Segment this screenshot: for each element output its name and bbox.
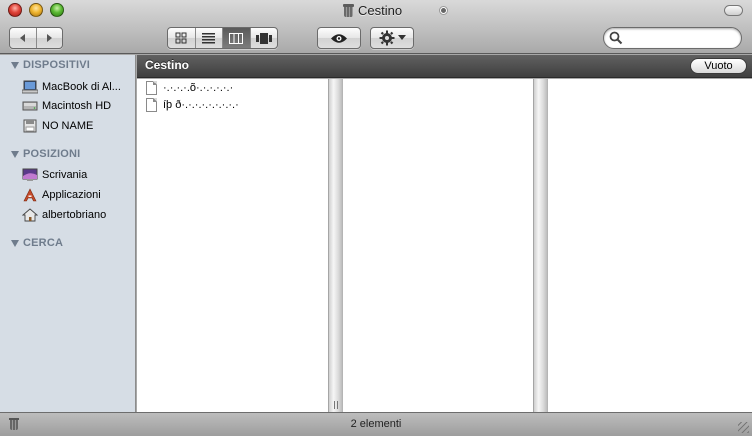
column-3[interactable] xyxy=(548,79,752,412)
action-menu-button[interactable] xyxy=(370,27,414,49)
laptop-icon xyxy=(22,80,38,93)
sidebar-section-label: POSIZIONI xyxy=(23,148,81,160)
column-resize-divider[interactable] xyxy=(533,79,548,412)
sidebar-item-home[interactable]: albertobriano xyxy=(22,206,134,223)
document-icon xyxy=(146,98,157,112)
trash-icon xyxy=(343,4,354,17)
sidebar-section-search[interactable]: CERCA xyxy=(11,237,63,249)
forward-button[interactable] xyxy=(37,28,63,48)
sidebar: DISPOSITIVI MacBook di Al... Macintosh H… xyxy=(0,55,136,412)
file-item[interactable]: ·.·.·.·.õ·.·.·.·.·.· xyxy=(146,80,233,96)
finder-window: Cestino DISPOSITIVI MacBook di Al... Mac… xyxy=(0,0,752,436)
sidebar-item-no-name[interactable]: NO NAME xyxy=(22,117,134,134)
navigation-buttons xyxy=(9,27,63,49)
resize-grip-icon xyxy=(334,401,338,409)
search-input[interactable] xyxy=(624,30,736,46)
arrow-right-icon xyxy=(47,34,53,42)
disclosure-triangle-icon xyxy=(11,61,19,69)
view-columns-button[interactable] xyxy=(223,28,251,48)
hard-drive-icon xyxy=(22,101,38,110)
unsaved-indicator-icon xyxy=(440,7,447,14)
view-list-button[interactable] xyxy=(196,28,223,48)
chevron-down-icon xyxy=(397,35,406,40)
sidebar-item-label: Applicazioni xyxy=(42,188,101,201)
disk-icon xyxy=(23,119,37,132)
sidebar-item-macbook[interactable]: MacBook di Al... xyxy=(22,78,134,95)
sidebar-section-label: DISPOSITIVI xyxy=(23,59,90,71)
sidebar-item-label: albertobriano xyxy=(42,208,107,221)
sidebar-item-label: NO NAME xyxy=(42,119,94,132)
sidebar-item-label: Macintosh HD xyxy=(42,99,112,112)
sidebar-section-label: CERCA xyxy=(23,237,64,249)
empty-trash-button[interactable]: Vuoto xyxy=(690,58,747,74)
file-item[interactable]: íþ ð·.·.·.·.·.·.·.·.· xyxy=(146,97,239,113)
home-icon xyxy=(22,207,38,221)
applications-icon xyxy=(23,187,37,201)
sidebar-item-label: Scrivania xyxy=(42,168,88,181)
back-button[interactable] xyxy=(10,28,37,48)
file-name: íþ ð·.·.·.·.·.·.·.·.· xyxy=(163,99,239,111)
quick-look-segment xyxy=(318,28,360,48)
column-view-icon xyxy=(229,32,244,44)
sidebar-section-places[interactable]: POSIZIONI xyxy=(11,148,80,160)
toggle-toolbar-button[interactable] xyxy=(724,5,743,16)
column-2[interactable] xyxy=(343,79,533,412)
sidebar-item-applications[interactable]: Applicazioni xyxy=(22,186,134,203)
view-icons-button[interactable] xyxy=(168,28,196,48)
file-name: ·.·.·.·.õ·.·.·.·.·.· xyxy=(163,82,234,94)
close-window-button[interactable] xyxy=(8,3,22,17)
disclosure-triangle-icon xyxy=(11,239,19,247)
sidebar-item-label: MacBook di Al... xyxy=(42,80,121,93)
search-icon xyxy=(609,31,623,45)
column-browser: ·.·.·.·.õ·.·.·.·.·.· íþ ð·.·.·.·.·.·.·.·… xyxy=(137,79,752,412)
document-icon xyxy=(146,81,157,95)
desktop-icon xyxy=(22,168,38,181)
window-title-area: Cestino xyxy=(343,2,402,19)
zoom-window-button[interactable] xyxy=(50,3,64,17)
quick-look-button[interactable] xyxy=(317,27,361,49)
list-view-icon xyxy=(202,32,216,43)
window-title: Cestino xyxy=(358,3,403,18)
disclosure-triangle-icon xyxy=(11,150,19,158)
icon-view-icon xyxy=(175,32,187,44)
action-menu-segment xyxy=(371,28,413,48)
search-field[interactable] xyxy=(603,27,742,49)
arrow-left-icon xyxy=(19,34,25,42)
content-header-title: Cestino xyxy=(145,58,190,72)
gear-icon xyxy=(379,30,394,46)
sidebar-item-desktop[interactable]: Scrivania xyxy=(22,166,134,183)
column-1[interactable]: ·.·.·.·.õ·.·.·.·.·.· íþ ð·.·.·.·.·.·.·.·… xyxy=(137,79,328,412)
sidebar-section-devices[interactable]: DISPOSITIVI xyxy=(11,59,90,71)
view-coverflow-button[interactable] xyxy=(251,28,278,48)
coverflow-view-icon xyxy=(255,32,272,44)
status-bar: 2 elementi xyxy=(0,412,752,436)
window-resize-handle[interactable] xyxy=(738,422,749,433)
item-count: 2 elementi xyxy=(350,418,402,430)
toolbar: Cestino xyxy=(0,0,752,54)
view-mode-buttons xyxy=(167,27,278,49)
content-header: Cestino Vuoto xyxy=(137,55,752,78)
minimize-window-button[interactable] xyxy=(29,3,43,17)
sidebar-item-macintosh-hd[interactable]: Macintosh HD xyxy=(22,97,134,114)
column-resize-divider[interactable] xyxy=(328,79,343,412)
eye-icon xyxy=(331,33,347,43)
